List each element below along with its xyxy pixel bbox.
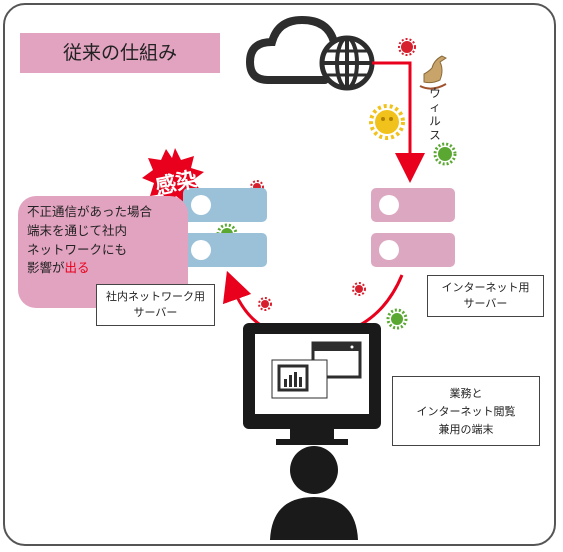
- monitor-icon: [243, 323, 381, 445]
- internal-server-label-line1: 社内ネットワーク用: [106, 290, 205, 303]
- virus-icon-red-mid: [352, 282, 366, 296]
- virus-icon-green-right: [433, 142, 457, 166]
- internet-server-label: インターネット用 サーバー: [427, 275, 544, 317]
- internet-server-label-line2: サーバー: [463, 297, 508, 310]
- internet-server-unit-2: [371, 233, 455, 267]
- terminal-label: 業務と インターネット閲覧 兼用の端末: [392, 376, 540, 446]
- virus-label: ウィルス: [429, 86, 441, 142]
- virus-icon-green-bottom: [386, 308, 408, 330]
- globe-icon: [319, 35, 375, 91]
- infection-note-line4-prefix: 影響が: [27, 260, 65, 276]
- infection-note-line1: 不正通信があった場合: [27, 204, 153, 219]
- infection-note-line4: 影響が出る: [27, 259, 197, 278]
- infection-note-emphasis: 出る: [64, 260, 90, 276]
- terminal-label-line2: インターネット閲覧: [416, 405, 516, 418]
- terminal-label-line3: 兼用の端末: [438, 423, 494, 436]
- internal-server-label-line2: サーバー: [133, 306, 178, 319]
- virus-icon-red-arrow: [258, 297, 272, 311]
- internet-server-unit-1: [371, 188, 455, 222]
- infection-note: 不正通信があった場合 端末を通じて社内 ネットワークにも 影響が出る: [27, 203, 197, 278]
- infection-note-line2: 端末を通じて社内: [27, 222, 128, 238]
- internet-server-label-line1: インターネット用: [441, 281, 530, 294]
- infection-note-line3: ネットワークにも: [27, 241, 128, 257]
- trojan-horse-icon: [419, 55, 447, 90]
- user-icon: [270, 446, 358, 540]
- terminal-label-line1: 業務と: [449, 387, 483, 400]
- virus-icon-yellow: [369, 104, 405, 140]
- virus-icon-red-top: [398, 38, 416, 56]
- internal-server-label: 社内ネットワーク用 サーバー: [96, 284, 215, 326]
